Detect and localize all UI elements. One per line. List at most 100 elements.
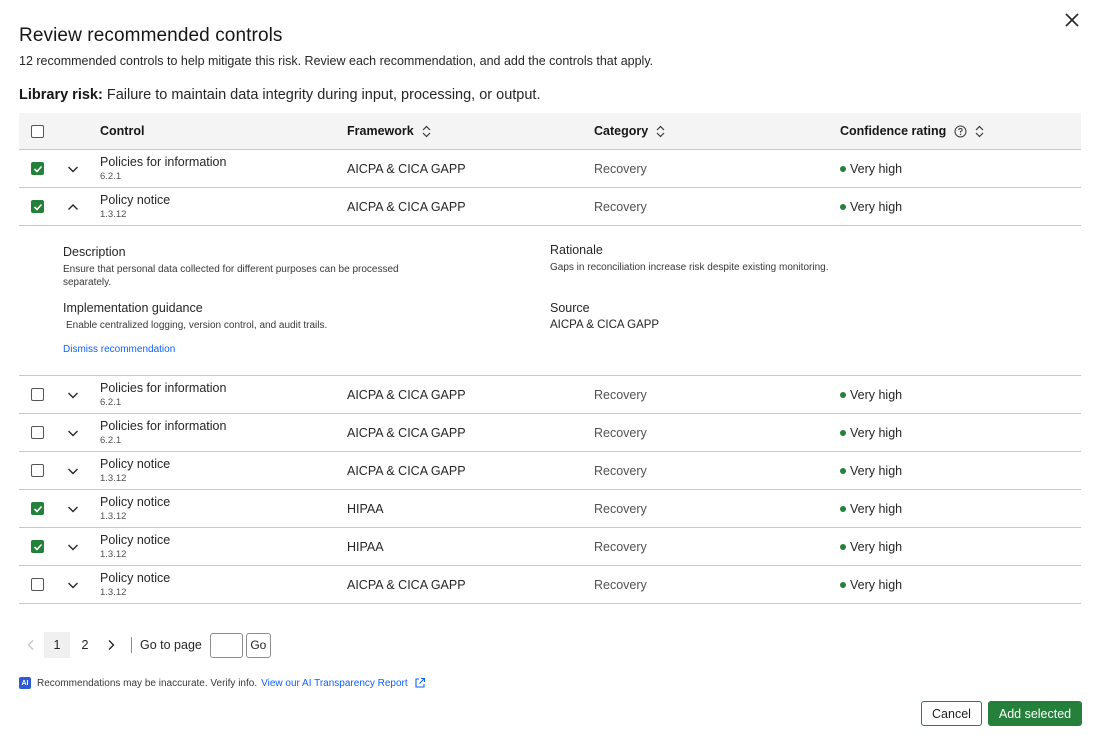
chevron-up-icon [66,200,80,214]
control-name: Policy notice [100,570,171,585]
expand-toggle[interactable] [66,188,82,225]
modal-title: Review recommended controls [19,25,283,46]
description-label: Description [63,245,126,259]
dismiss-recommendation-link[interactable]: Dismiss recommendation [63,344,175,355]
control-name: Policy notice [100,456,171,471]
library-risk-label: Library risk: [19,87,103,103]
confidence-cell: Very high [840,490,902,527]
chevron-down-icon [66,426,80,440]
table-row[interactable]: Policy notice 1.3.12 HIPAA Recovery Very… [19,528,1081,566]
select-all-checkbox[interactable] [31,124,44,138]
row-checkbox[interactable] [31,540,44,553]
table-row[interactable]: Policy notice 1.3.12 AICPA & CICA GAPP R… [19,566,1081,604]
header-control-label: Control [100,124,145,138]
modal-subtitle: 12 recommended controls to help mitigate… [19,54,654,68]
expand-toggle[interactable] [66,566,82,603]
header-framework[interactable]: Framework [347,113,431,149]
row-checkbox[interactable] [31,200,44,213]
control-name: Policies for information [100,154,227,169]
confidence-dot [840,165,846,172]
controls-table: Control Framework Category Confidence ra… [19,113,1081,604]
sort-icon[interactable] [422,125,431,138]
expand-toggle[interactable] [66,376,82,413]
goto-page-input[interactable] [209,632,243,658]
confidence-label: Very high [850,501,903,516]
category-cell: Recovery [594,161,647,176]
header-confidence[interactable]: Confidence rating [840,113,984,149]
confidence-dot [840,429,846,436]
control-name: Policies for information [100,418,227,433]
framework-cell: HIPAA [347,539,384,554]
go-button[interactable]: Go [245,632,271,658]
table-header: Control Framework Category Confidence ra… [19,113,1081,150]
header-category[interactable]: Category [594,113,665,149]
row-checkbox[interactable] [31,162,44,175]
framework-cell: AICPA & CICA GAPP [347,425,466,440]
table-row[interactable]: Policies for information 6.2.1 AICPA & C… [19,414,1081,452]
header-category-label: Category [594,124,649,138]
row-select-cell [31,528,44,565]
control-cell: Policy notice 1.3.12 [100,566,170,603]
ai-transparency-link[interactable]: View our AI Transparency Report [261,678,408,689]
row-checkbox[interactable] [31,388,44,401]
confidence-dot [840,505,846,512]
expand-toggle[interactable] [66,490,82,527]
control-code: 6.2.1 [100,396,122,408]
sort-icon[interactable] [975,125,984,138]
confidence-cell: Very high [840,150,902,187]
description-block: Description Ensure that personal data co… [63,245,423,289]
confidence-label: Very high [850,539,903,554]
row-select-cell [31,188,44,225]
chevron-down-icon [66,388,80,402]
expand-toggle[interactable] [66,528,82,565]
expand-toggle[interactable] [66,452,82,489]
expand-toggle[interactable] [66,414,82,451]
row-select-cell [31,150,44,187]
control-cell: Policy notice 1.3.12 [100,188,170,225]
ai-disclaimer: AI Recommendations may be inaccurate. Ve… [19,677,426,689]
cancel-button[interactable]: Cancel [921,701,982,726]
confidence-dot [840,203,846,210]
row-checkbox[interactable] [31,464,44,477]
next-page-button[interactable] [99,633,123,657]
control-cell: Policies for information 6.2.1 [100,414,226,451]
row-checkbox[interactable] [31,502,44,515]
category-cell: Recovery [594,425,647,440]
control-cell: Policies for information 6.2.1 [100,376,226,413]
category-cell: Recovery [594,501,647,516]
confidence-dot [840,467,846,474]
library-risk: Library risk: Failure to maintain data i… [19,87,541,103]
page-1-button[interactable]: 1 [44,632,70,658]
table-row[interactable]: Policies for information 6.2.1 AICPA & C… [19,376,1081,414]
confidence-dot [840,391,846,398]
pagination-divider [131,637,132,653]
external-link-icon[interactable] [414,677,426,689]
pagination: 1 2 Go to page Go [19,632,271,658]
rationale-text: Gaps in reconciliation increase risk des… [550,262,829,273]
expand-toggle[interactable] [66,150,82,187]
prev-page-button[interactable] [19,633,43,657]
row-checkbox[interactable] [31,426,44,439]
page-2-button[interactable]: 2 [72,632,98,658]
table-row[interactable]: Policies for information 6.2.1 AICPA & C… [19,150,1081,188]
row-select-cell [31,452,44,489]
framework-cell: AICPA & CICA GAPP [347,387,466,402]
control-cell: Policies for information 6.2.1 [100,150,226,187]
help-icon[interactable] [954,125,967,138]
header-control: Control [100,113,144,149]
control-cell: Policy notice 1.3.12 [100,452,170,489]
table-row[interactable]: Policy notice 1.3.12 AICPA & CICA GAPP R… [19,452,1081,490]
sort-icon[interactable] [656,125,665,138]
confidence-label: Very high [850,463,903,478]
add-selected-button[interactable]: Add selected [988,701,1082,726]
control-name: Policy notice [100,494,171,509]
table-row[interactable]: Policy notice 1.3.12 HIPAA Recovery Very… [19,490,1081,528]
control-name: Policy notice [100,192,171,207]
rationale-label: Rationale [550,243,603,257]
close-button[interactable] [1064,12,1080,28]
confidence-cell: Very high [840,528,902,565]
table-row[interactable]: Policy notice 1.3.12 AICPA & CICA GAPP R… [19,188,1081,226]
chevron-down-icon [66,162,80,176]
row-select-cell [31,414,44,451]
row-checkbox[interactable] [31,578,44,591]
